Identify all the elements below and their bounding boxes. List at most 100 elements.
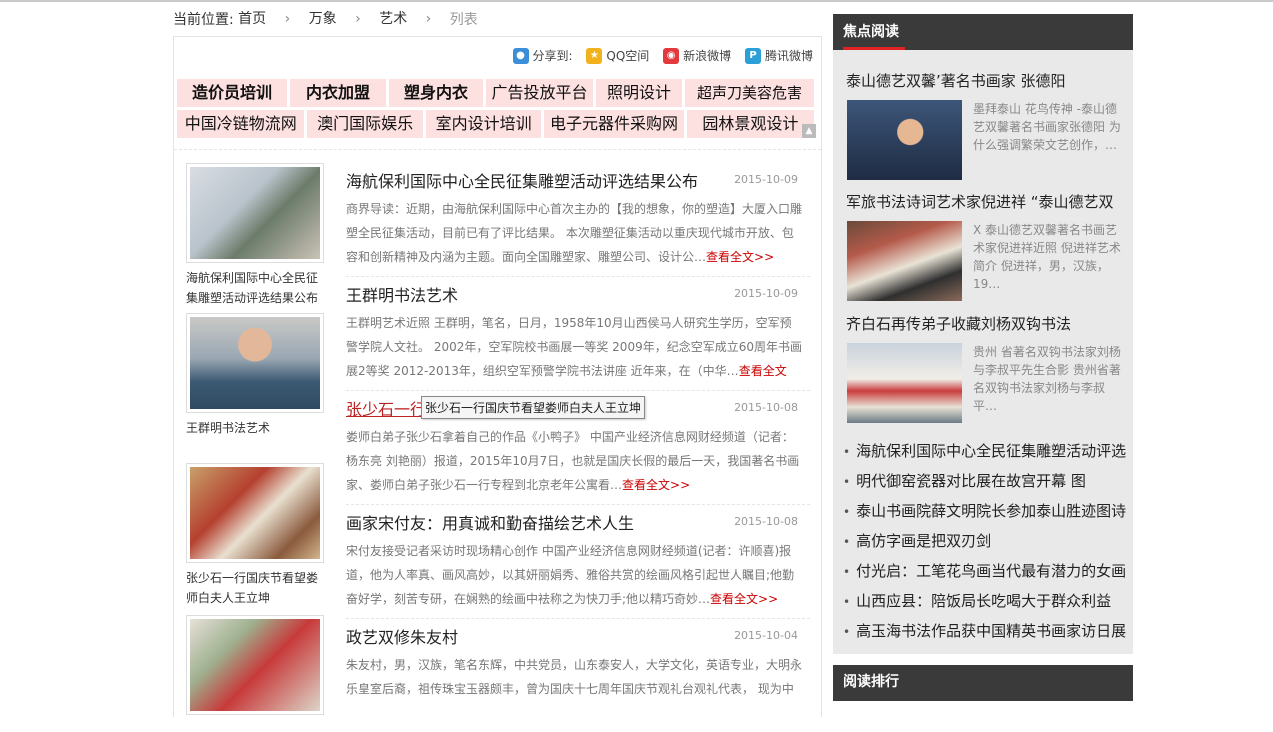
top-border [0, 0, 1273, 2]
thumbnail-caption[interactable]: 王群明书法艺术 [186, 418, 326, 438]
featured-image[interactable] [847, 100, 962, 180]
article-title[interactable]: 海航保利国际中心全民征集雕塑活动评选结果公布 [346, 168, 698, 192]
article-summary-text: 朱友村，男，汉族，笔名东辉，中共党员，山东泰安人，大学文化，英语专业，大明永乐皇… [346, 658, 802, 696]
ad-link[interactable]: 广告投放平台 [486, 79, 593, 107]
tencent-weibo-icon: P [744, 47, 761, 64]
article-date: 2015-10-08 [734, 401, 798, 414]
ad-link[interactable]: 照明设计 [596, 79, 682, 107]
article-date: 2015-10-04 [734, 629, 798, 642]
breadcrumb-current: 列表 [449, 12, 478, 28]
share-qzone-button[interactable]: ★ QQ空间 [586, 47, 649, 64]
ad-link[interactable]: 内衣加盟 [290, 79, 386, 107]
article-summary: 朱友村，男，汉族，笔名东辉，中共党员，山东泰安人，大学文化，英语专业，大明永乐皇… [346, 653, 802, 725]
article-date: 2015-10-08 [734, 515, 798, 528]
bullet-icon: • [843, 565, 851, 579]
featured-item: 泰山德艺双馨’著名书画家 张德阳 墨拜泰山 花鸟传神 -泰山德艺双馨著名书画家张… [846, 70, 1126, 180]
ad-link[interactable]: 超声刀美容危害 [685, 79, 814, 107]
chevron-right-icon: › [425, 11, 432, 27]
share-icon: ● [512, 47, 529, 64]
breadcrumb-art[interactable]: 艺术 [379, 11, 407, 27]
thumbnail-item[interactable] [186, 615, 326, 715]
article-title[interactable]: 画家宋付友：用真诚和勤奋描绘艺术人生 [346, 510, 634, 534]
article-summary-text: 娄师白弟子张少石拿着自己的作品《小鸭子》 中国产业经济信息网财经频道（记者：杨东… [346, 430, 800, 492]
bullet-icon: • [843, 595, 851, 609]
ad-row-1: 造价员培训 内衣加盟 塑身内衣 广告投放平台 照明设计 超声刀美容危害 [177, 79, 817, 107]
article-title[interactable]: 政艺双修朱友村 [346, 624, 458, 648]
list-item[interactable]: • 明代御窑瓷器对比展在故宫开幕 图 [843, 470, 1128, 500]
featured-image[interactable] [847, 343, 962, 423]
thumbnail-image[interactable] [186, 163, 324, 263]
ad-link[interactable]: 塑身内衣 [389, 79, 483, 107]
reading-ranking-header: 阅读排行 [833, 665, 1133, 701]
read-more-link[interactable]: 查看全文>> [622, 478, 690, 492]
breadcrumb-label: 当前位置: [173, 12, 234, 28]
list-item-link[interactable]: 泰山书画院薛文明院长参加泰山胜迹图诗 [856, 502, 1126, 520]
article-date: 2015-10-09 [734, 173, 798, 186]
ad-link[interactable]: 园林景观设计 [686, 110, 815, 138]
article-summary: 商界导读：近期，由海航保利国际中心首次主办的【我的想象，你的塑造】大厦入口雕塑全… [346, 197, 802, 269]
weibo-icon: ◉ [663, 47, 680, 64]
bullet-icon: • [843, 625, 851, 639]
thumbnail-caption[interactable]: 海航保利国际中心全民征集雕塑活动评选结果公布 [186, 268, 326, 308]
list-item[interactable]: • 高玉海书法作品获中国精英书画家访日展 [843, 620, 1128, 650]
list-item[interactable]: • 付光启：工笔花鸟画当代最有潜力的女画 [843, 560, 1128, 590]
read-more-link[interactable]: 查看全文>> [706, 250, 774, 264]
thumbnail-caption[interactable]: 张少石一行国庆节看望娄师白夫人王立坤 [186, 568, 326, 608]
ad-badge-icon: ▲ [802, 124, 816, 138]
featured-title[interactable]: 齐白石再传弟子收藏刘杨双钩书法 [846, 315, 1071, 333]
chevron-right-icon: › [284, 11, 291, 27]
article-date: 2015-10-09 [734, 287, 798, 300]
breadcrumb-home[interactable]: 首页 [238, 11, 266, 27]
thumbnail-image[interactable] [186, 615, 324, 715]
list-item[interactable]: • 泰山书画院薛文明院长参加泰山胜迹图诗 [843, 500, 1128, 530]
featured-title[interactable]: 军旅书法诗词艺术家倪进祥 “泰山德艺双 [846, 193, 1114, 211]
list-item-link[interactable]: 高玉海书法作品获中国精英书画家访日展 [856, 622, 1126, 640]
featured-title[interactable]: 泰山德艺双馨’著名书画家 张德阳 [846, 72, 1066, 90]
ad-link[interactable]: 澳门国际娱乐 [307, 110, 423, 138]
list-item[interactable]: • 山西应县：陪饭局长吃喝大于群众利益 [843, 590, 1128, 620]
ad-links: 造价员培训 内衣加盟 塑身内衣 广告投放平台 照明设计 超声刀美容危害 中国冷链… [177, 79, 817, 141]
featured-image[interactable] [847, 221, 962, 301]
list-item-link[interactable]: 海航保利国际中心全民征集雕塑活动评选 [856, 442, 1126, 460]
list-item[interactable]: • 海航保利国际中心全民征集雕塑活动评选 [843, 440, 1128, 470]
bullet-icon: • [843, 535, 851, 549]
breadcrumb: 当前位置: 首页 › 万象 › 艺术 › 列表 [173, 8, 478, 30]
breadcrumb-wanxiang[interactable]: 万象 [309, 11, 337, 27]
thumbnail-item[interactable]: 张少石一行国庆节看望娄师白夫人王立坤 [186, 463, 326, 608]
share-bar: ● 分享到: ★ QQ空间 ◉ 新浪微博 P 腾讯微博 [503, 47, 813, 67]
ad-link[interactable]: 造价员培训 [177, 79, 287, 107]
featured-item: 军旅书法诗词艺术家倪进祥 “泰山德艺双 X 泰山德艺双馨著名书画艺术家倪进祥近照… [846, 191, 1126, 301]
list-item-link[interactable]: 明代御窑瓷器对比展在故宫开幕 图 [856, 472, 1086, 490]
list-item[interactable]: • 高仿字画是把双刃剑 [843, 530, 1128, 560]
list-item-link[interactable]: 高仿字画是把双刃剑 [856, 532, 991, 550]
article-item: 画家宋付友：用真诚和勤奋描绘艺术人生 2015-10-08 宋付友接受记者采访时… [346, 505, 810, 619]
share-weibo-label: 新浪微博 [683, 49, 732, 63]
read-more-link[interactable]: 查看全文>> [710, 592, 778, 606]
main-content: ● 分享到: ★ QQ空间 ◉ 新浪微博 P 腾讯微博 造价员培训 内衣加盟 塑… [173, 36, 822, 717]
share-weibo-button[interactable]: ◉ 新浪微博 [663, 47, 731, 64]
bullet-icon: • [843, 475, 851, 489]
ad-link[interactable]: 中国冷链物流网 [177, 110, 305, 138]
chevron-right-icon: › [355, 11, 361, 27]
divider [174, 149, 821, 150]
thumbnail-image[interactable] [186, 313, 324, 413]
list-item-link[interactable]: 山西应县：陪饭局长吃喝大于群众利益 [856, 592, 1111, 610]
ad-link[interactable]: 电子元器件采购网 [544, 110, 684, 138]
focus-list: • 海航保利国际中心全民征集雕塑活动评选 • 明代御窑瓷器对比展在故宫开幕 图 • 泰… [843, 440, 1128, 650]
list-item-link[interactable]: 付光启：工笔花鸟画当代最有潜力的女画 [856, 562, 1126, 580]
share-tencent-weibo-button[interactable]: P 腾讯微博 [744, 47, 813, 64]
panel-title: 焦点阅读 [843, 24, 899, 40]
article-summary: 王群明艺术近照 王群明，笔名，日月，1958年10月山西侯马人研究生学历，空军预… [346, 311, 802, 383]
qzone-icon: ★ [586, 47, 603, 64]
article-item: 王群明书法艺术 2015-10-09 王群明艺术近照 王群明，笔名，日月，195… [346, 277, 810, 391]
bullet-icon: • [843, 505, 851, 519]
featured-desc: X 泰山德艺双馨著名书画艺术家倪进祥近照 倪进祥艺术简介 倪进祥，男，汉族，19… [973, 223, 1121, 291]
thumbnail-item[interactable]: 王群明书法艺术 [186, 313, 326, 438]
article-title[interactable]: 王群明书法艺术 [346, 282, 458, 306]
thumbnail-image[interactable] [186, 463, 324, 563]
ad-row-2: 中国冷链物流网 澳门国际娱乐 室内设计培训 电子元器件采购网 园林景观设计 [177, 110, 817, 138]
panel-header: 焦点阅读 [833, 14, 1133, 50]
featured-desc: 墨拜泰山 花鸟传神 -泰山德艺双馨著名书画家张德阳 为什么强调繁荣文艺创作，… [973, 102, 1121, 152]
thumbnail-item[interactable]: 海航保利国际中心全民征集雕塑活动评选结果公布 [186, 163, 326, 308]
ad-link[interactable]: 室内设计培训 [425, 110, 542, 138]
